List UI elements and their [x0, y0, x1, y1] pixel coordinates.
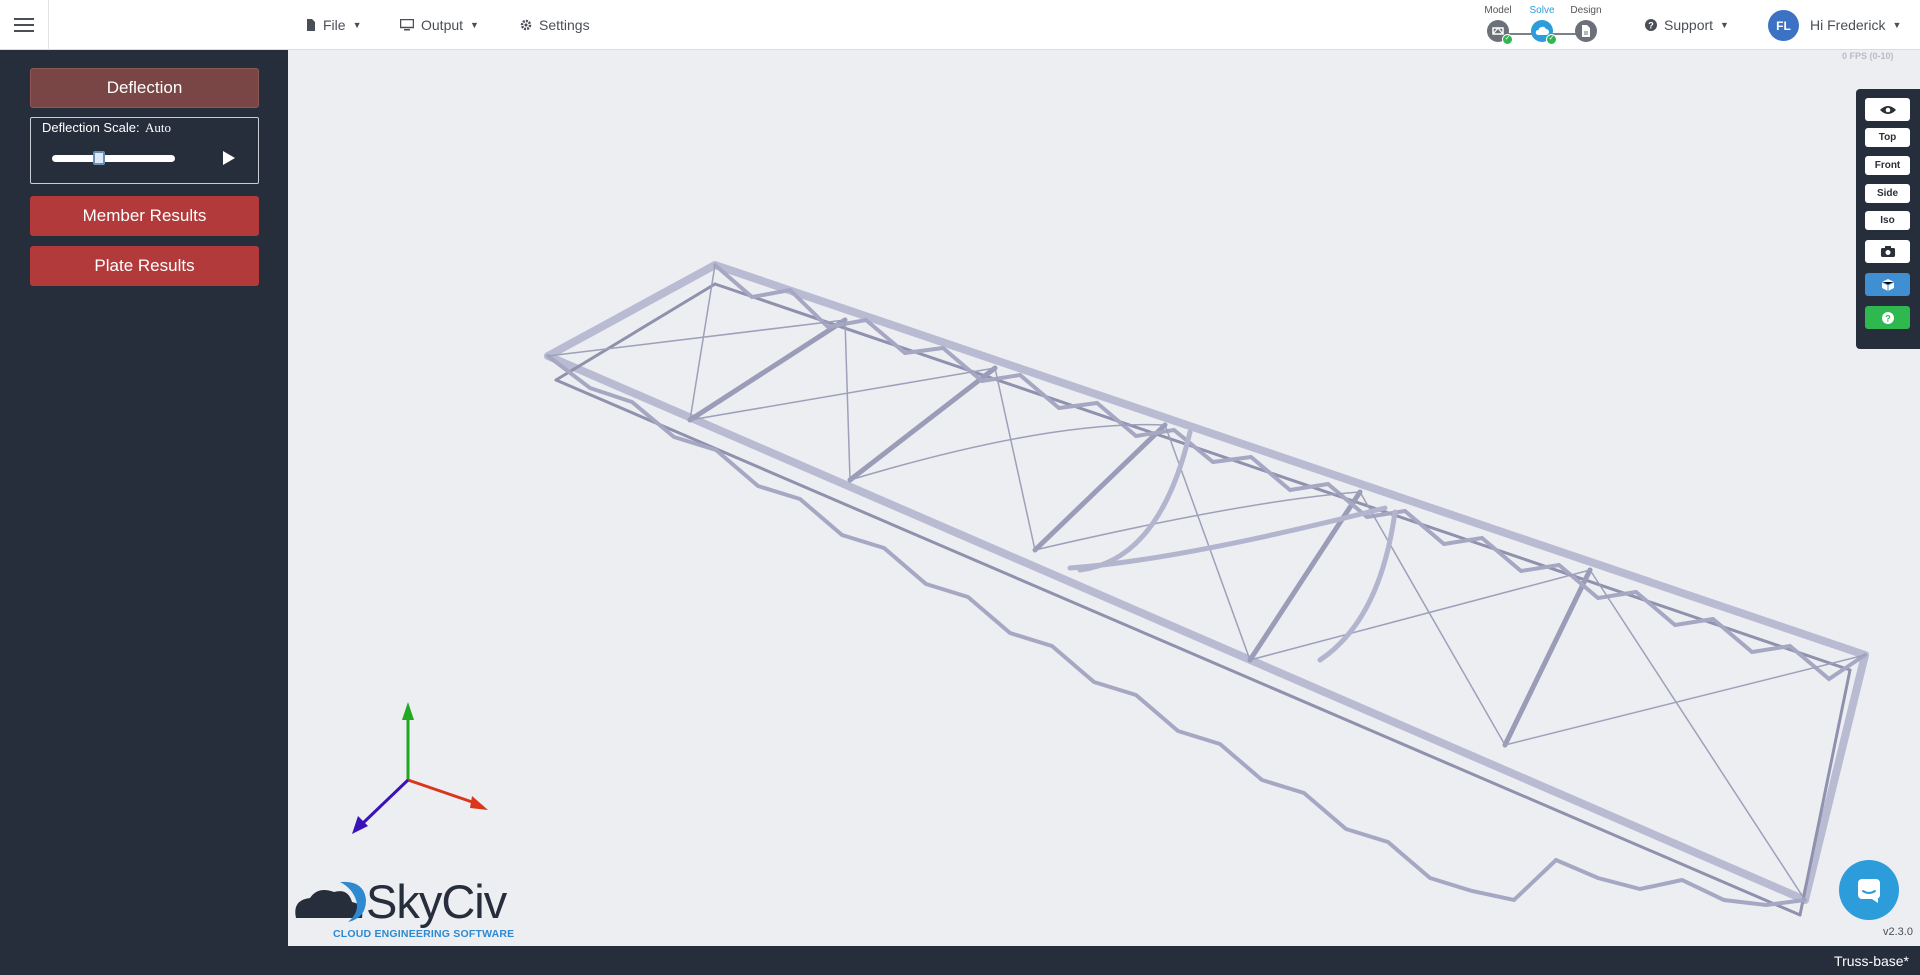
top-bar: File ▼ Output ▼ Settings Model ✓ Solve ✓: [0, 0, 1920, 50]
gear-icon: [520, 19, 532, 31]
deflection-scale-value: Auto: [145, 120, 171, 135]
support-menu-label: Support: [1664, 17, 1714, 33]
truss-cross-frame: [847, 365, 998, 483]
chevron-down-icon: ▼: [1720, 20, 1729, 30]
model-icon: ✓: [1487, 20, 1513, 45]
step-solve[interactable]: Solve ✓: [1522, 4, 1562, 45]
skyciv-logo: SkyCiv CLOUD ENGINEERING SOFTWARE: [290, 875, 515, 944]
deflection-scale-label: Deflection Scale:: [42, 120, 140, 135]
truss-brace: [844, 319, 851, 481]
step-model-label: Model: [1484, 5, 1512, 16]
3d-viewport[interactable]: [288, 50, 1920, 946]
truss-chord: [544, 352, 1809, 904]
step-model[interactable]: Model ✓: [1478, 4, 1518, 45]
fps-counter: 0 FPS (0-10): [1842, 51, 1894, 61]
view-toolbar: Top Front Side Iso ?: [1856, 89, 1920, 349]
truss-model: [544, 261, 1869, 917]
eye-icon[interactable]: [1865, 98, 1910, 121]
logo-wordmark: SkyCiv: [366, 875, 507, 928]
check-icon: ✓: [1502, 34, 1513, 45]
file-name: Truss-base*: [1834, 953, 1909, 969]
cloud-icon: ✓: [1531, 20, 1557, 45]
avatar[interactable]: FL: [1768, 10, 1799, 41]
file-icon: [307, 19, 315, 31]
cube-icon[interactable]: [1865, 273, 1910, 296]
file-menu-label: File: [323, 17, 346, 33]
truss-cross-frame: [687, 317, 848, 423]
support-menu[interactable]: ? Support ▼: [1645, 0, 1729, 50]
play-icon[interactable]: [223, 151, 235, 165]
monitor-icon: [400, 19, 414, 31]
truss-brace: [689, 367, 996, 421]
results-sidebar: Deflection Deflection Scale: Auto Member…: [0, 50, 288, 975]
truss-brace: [994, 367, 1036, 551]
deflection-button[interactable]: Deflection: [30, 68, 259, 108]
file-menu[interactable]: File ▼: [306, 0, 361, 50]
truss-cross-frame: [1502, 567, 1593, 748]
user-menu[interactable]: Hi Frederick ▼: [1810, 0, 1901, 50]
status-bar: Truss-base*: [0, 946, 1920, 975]
version-label: v2.3.0: [1883, 926, 1913, 938]
document-icon: [1575, 20, 1597, 42]
axes-triad: [352, 702, 488, 834]
y-axis-arrowhead: [402, 702, 414, 720]
truss-brace: [1359, 491, 1506, 746]
x-axis-arrow: [407, 778, 479, 806]
chat-button[interactable]: [1839, 860, 1899, 920]
user-greeting: Hi Frederick: [1810, 17, 1886, 33]
step-design[interactable]: Design: [1566, 4, 1606, 42]
z-axis-arrow: [360, 778, 410, 826]
svg-text:?: ?: [1885, 313, 1891, 323]
chevron-down-icon: ▼: [1892, 20, 1902, 30]
x-axis-arrowhead: [470, 796, 488, 810]
logo-tagline: CLOUD ENGINEERING SOFTWARE: [333, 928, 515, 940]
slider-thumb[interactable]: [92, 151, 105, 165]
question-circle-icon: ?: [1645, 19, 1657, 31]
output-menu-label: Output: [421, 17, 464, 33]
member-results-button[interactable]: Member Results: [30, 196, 259, 236]
step-solve-label: Solve: [1529, 5, 1555, 16]
truss-chord: [554, 282, 717, 382]
plate-results-button[interactable]: Plate Results: [30, 246, 259, 286]
chevron-down-icon: ▼: [470, 20, 479, 30]
settings-menu[interactable]: Settings: [520, 0, 590, 50]
camera-icon[interactable]: [1865, 240, 1910, 263]
chevron-down-icon: ▼: [352, 20, 362, 30]
truss-chord: [544, 261, 719, 360]
deflection-scale-panel: Deflection Scale: Auto: [30, 117, 259, 184]
check-icon: ✓: [1546, 34, 1557, 45]
view-side-button[interactable]: Side: [1865, 184, 1910, 203]
view-iso-button[interactable]: Iso: [1865, 211, 1910, 230]
svg-text:?: ?: [1648, 21, 1654, 31]
settings-menu-label: Settings: [539, 17, 590, 33]
deflection-scale-slider[interactable]: [52, 155, 175, 162]
truss-brace: [1504, 654, 1866, 746]
hamburger-menu-icon[interactable]: [0, 0, 49, 50]
chat-icon: [1858, 879, 1880, 903]
output-menu[interactable]: Output ▼: [400, 0, 479, 50]
view-top-button[interactable]: Top: [1865, 128, 1910, 147]
step-design-label: Design: [1570, 5, 1602, 16]
view-front-button[interactable]: Front: [1865, 156, 1910, 175]
help-icon[interactable]: ?: [1865, 306, 1910, 329]
truss-brace: [689, 264, 716, 421]
workflow-steps: Model ✓ Solve ✓ Design: [1478, 4, 1613, 46]
